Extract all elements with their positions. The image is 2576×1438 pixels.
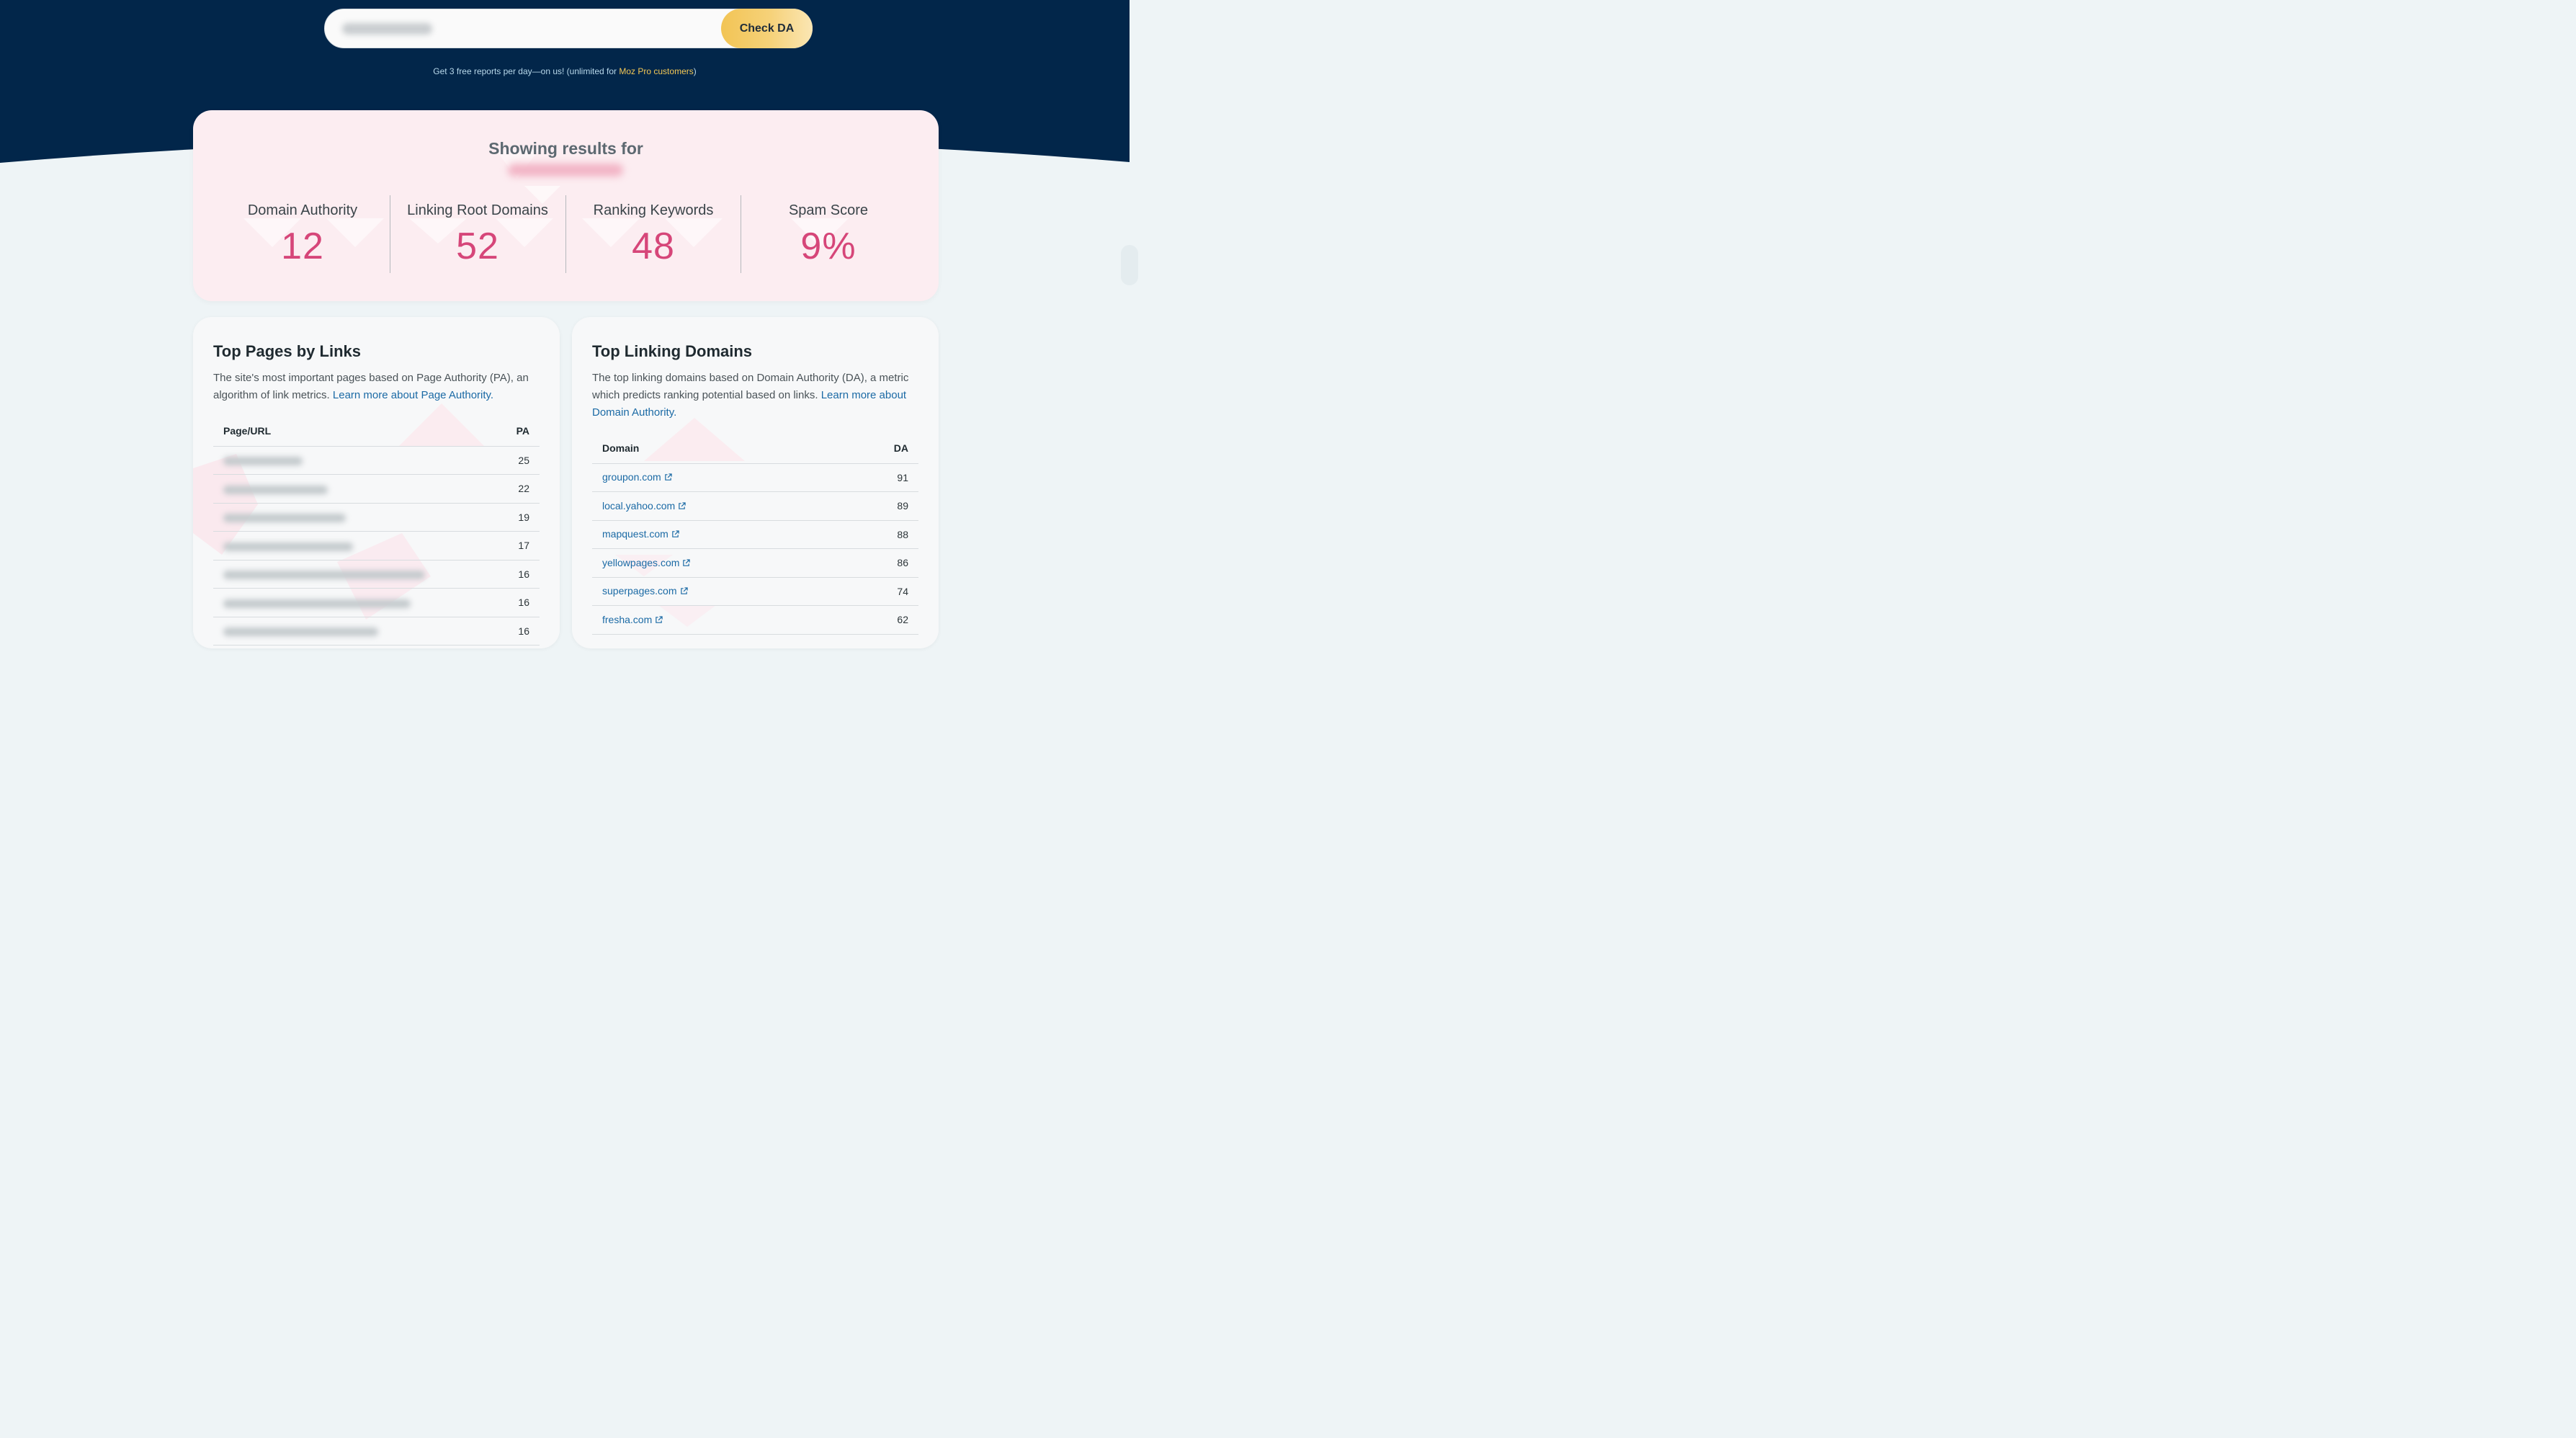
page-url-blurred [223,457,303,466]
da-cell: 89 [838,491,918,521]
column-header-da: DA [838,434,918,464]
domain-link[interactable]: groupon.com [602,471,661,483]
domain-cell: mapquest.com [592,520,839,549]
domain-search-input[interactable] [341,19,715,39]
metric-spam-score: Spam Score 9% [741,195,916,273]
showing-results-heading: Showing results for [488,139,643,158]
column-header-pa: PA [496,417,540,447]
table-row: groupon.com 91 [592,463,918,492]
metric-ranking-keywords: Ranking Keywords 48 [565,195,741,273]
check-da-button[interactable]: Check DA [721,9,813,48]
external-link-icon[interactable] [682,558,691,569]
domain-search-bar: Check DA [324,9,813,48]
page-url-blurred [223,485,328,494]
domain-cell: yellowpages.com [592,548,839,578]
top-domains-table: Domain DA groupon.com 91 local.yahoo.com… [592,434,918,635]
page-url-cell[interactable] [213,474,497,504]
free-reports-text: Get 3 free reports per day—on us! (unlim… [433,66,620,76]
page-url-cell[interactable] [213,617,497,646]
table-row: yellowpages.com 86 [592,548,918,578]
page-url-cell[interactable] [213,588,497,617]
top-pages-title: Top Pages by Links [213,342,361,360]
metric-label: Domain Authority [247,202,358,218]
page-url-blurred [223,514,346,523]
da-cell: 91 [838,463,918,492]
top-linking-domains-panel: Top Linking Domains The top linking doma… [572,317,939,648]
free-reports-suffix: ) [693,66,697,76]
top-domains-description: The top linking domains based on Domain … [592,370,918,421]
metric-value: 52 [456,225,499,267]
top-domains-content: Top Linking Domains The top linking doma… [592,342,918,635]
metric-linking-root-domains: Linking Root Domains 52 [390,195,565,273]
table-row: 16 [213,588,540,617]
table-row: superpages.com 74 [592,577,918,606]
free-reports-note: Get 3 free reports per day—on us! (unlim… [0,66,1130,76]
column-header-domain: Domain [592,434,839,464]
column-header-page-url: Page/URL [213,417,497,447]
external-link-icon[interactable] [655,615,663,626]
domain-link[interactable]: mapquest.com [602,528,668,540]
domain-cell: local.yahoo.com [592,491,839,521]
table-row: 16 [213,617,540,646]
page-url-blurred [223,599,411,608]
domain-link[interactable]: superpages.com [602,585,677,597]
table-row: mapquest.com 88 [592,520,918,549]
pa-cell: 16 [496,560,540,589]
pa-cell: 22 [496,474,540,504]
external-link-icon[interactable] [678,501,686,512]
domain-link[interactable]: fresha.com [602,614,652,625]
metric-value: 48 [632,225,675,267]
pa-cell: 25 [496,446,540,475]
moz-pro-customers-link[interactable]: Moz Pro customers [619,66,693,76]
external-link-icon[interactable] [664,472,672,483]
external-link-icon[interactable] [680,586,688,597]
da-cell: 74 [838,577,918,606]
domain-cell: fresha.com [592,605,839,635]
table-header-row: Page/URL PA [213,417,540,447]
da-cell: 62 [838,605,918,635]
table-header-row: Domain DA [592,434,918,464]
page-url-cell[interactable] [213,560,497,589]
top-pages-description: The site's most important pages based on… [213,370,540,404]
pa-cell: 16 [496,617,540,646]
top-domains-title: Top Linking Domains [592,342,753,360]
page-url-cell[interactable] [213,503,497,532]
table-row: fresha.com 62 [592,605,918,635]
table-row: 22 [213,474,540,504]
metric-label: Ranking Keywords [593,202,714,218]
page-url-blurred [223,571,425,580]
metric-value: 9% [800,225,857,267]
page-url-cell[interactable] [213,531,497,561]
learn-page-authority-link[interactable]: Learn more about Page Authority. [333,389,493,401]
page-url-blurred [223,542,353,551]
top-pages-panel: Top Pages by Links The site's most impor… [193,317,560,648]
table-row: local.yahoo.com 89 [592,491,918,521]
top-pages-table: Page/URL PA 25 22 19 17 16 16 16 [213,417,540,646]
da-cell: 86 [838,548,918,578]
metric-label: Spam Score [788,202,869,218]
pa-cell: 19 [496,503,540,532]
external-link-icon[interactable] [671,529,679,540]
table-row: 19 [213,503,540,532]
metric-domain-authority: Domain Authority 12 [215,195,390,273]
da-cell: 88 [838,520,918,549]
page-url-blurred [223,628,378,637]
table-row: 17 [213,531,540,561]
page-url-cell[interactable] [213,446,497,475]
metric-value: 12 [281,225,324,267]
domain-link[interactable]: local.yahoo.com [602,500,675,512]
pa-cell: 16 [496,588,540,617]
top-pages-content: Top Pages by Links The site's most impor… [213,342,540,646]
domain-cell: groupon.com [592,463,839,492]
results-domain-blurred [508,164,623,177]
domain-link[interactable]: yellowpages.com [602,557,679,568]
table-row: 16 [213,560,540,589]
metric-label: Linking Root Domains [407,202,548,218]
table-row: 25 [213,446,540,475]
results-summary-card: Showing results for Domain Authority 12 … [193,110,939,301]
domain-cell: superpages.com [592,577,839,606]
pa-cell: 17 [496,531,540,561]
side-scroll-handle[interactable] [1121,245,1138,285]
